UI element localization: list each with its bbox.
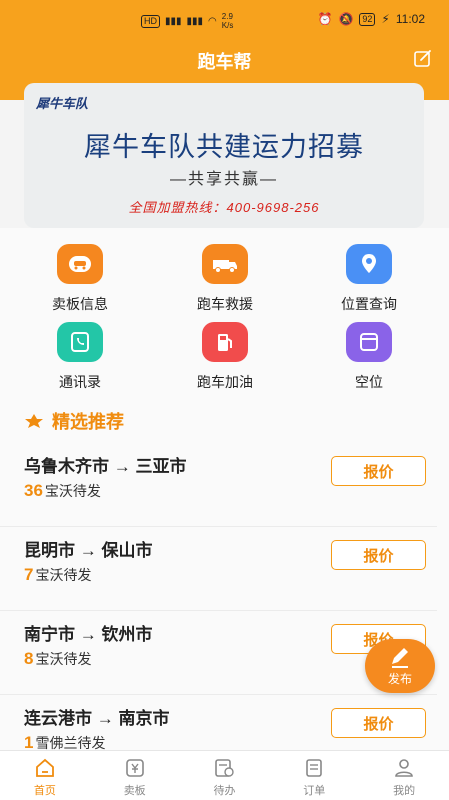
grid-label: 跑车救援 <box>197 296 253 312</box>
tab-label: 我的 <box>393 785 416 797</box>
tab-label: 待办 <box>213 785 236 797</box>
bottom-tab-bar: 首页 卖板 待办 订单 我的 <box>0 750 449 800</box>
grid-item-location[interactable]: 位置查询 <box>309 244 429 314</box>
tab-label: 首页 <box>33 785 56 797</box>
home-icon <box>35 758 54 777</box>
route-item[interactable]: 乌鲁木齐市 → 三亚市 36 宝沃待发 报价 <box>0 444 437 527</box>
route-name: 昆明市 → 保山市 <box>24 541 153 560</box>
network-speed-unit: K/s <box>221 21 234 30</box>
tab-home[interactable]: 首页 <box>0 751 90 800</box>
banner-subline: —共享共赢— <box>169 171 278 188</box>
publish-button[interactable]: 发布 <box>365 639 435 693</box>
route-item[interactable]: 昆明市 → 保山市 7 宝沃待发 报价 <box>0 528 437 611</box>
route-count-suffix: 雪佛兰待发 <box>35 735 106 751</box>
publish-label: 发布 <box>387 672 412 686</box>
edit-icon[interactable] <box>413 48 433 68</box>
status-left: HD ▮▮▮ ▮▮▮ ◠ 2.9 K/s <box>141 12 233 30</box>
grid-item-sell-board[interactable]: 卖板信息 <box>20 244 140 314</box>
location-icon <box>346 244 392 284</box>
signal-icon: ▮▮▮ <box>186 15 204 27</box>
pencil-icon <box>392 648 408 668</box>
truck-icon <box>202 244 248 284</box>
banner-headline: 犀牛车队共建运力招募 <box>84 132 364 162</box>
quote-button[interactable]: 报价 <box>331 540 426 570</box>
banner-hotline: 全国加盟热线：400-9698-256 <box>128 200 320 215</box>
status-time: 11:02 <box>395 12 425 26</box>
grid-label: 通讯录 <box>59 374 101 390</box>
quote-button[interactable]: 报价 <box>331 456 426 486</box>
route-count-suffix: 宝沃待发 <box>35 567 92 583</box>
status-bar: HD ▮▮▮ ▮▮▮ ◠ 2.9 K/s ⏰ 🔕 92 ⚡ 11:02 <box>0 10 449 32</box>
route-count: 36 宝沃待发 <box>24 481 101 501</box>
status-right: ⏰ 🔕 92 ⚡ 11:02 <box>318 12 426 26</box>
grid-item-rescue[interactable]: 跑车救援 <box>165 244 285 314</box>
tab-orders[interactable]: 订单 <box>269 751 359 800</box>
route-name: 南宁市 → 钦州市 <box>24 625 153 644</box>
tab-label: 卖板 <box>123 785 146 797</box>
route-count-suffix: 宝沃待发 <box>35 651 92 667</box>
network-speed: 2.9 K/s <box>222 12 234 30</box>
banner-logo: 犀牛车队 <box>36 96 89 111</box>
tab-todo[interactable]: 待办 <box>180 751 270 800</box>
tab-profile[interactable]: 我的 <box>359 751 449 800</box>
hd-badge: HD <box>141 14 160 28</box>
alarm-icon: ⏰ <box>317 12 333 26</box>
recommend-icon <box>25 414 43 428</box>
tab-sell[interactable]: 卖板 <box>90 751 180 800</box>
section-title-text: 精选推荐 <box>52 412 124 432</box>
seat-icon <box>346 322 392 362</box>
battery-indicator: 92 <box>359 12 376 26</box>
tab-label: 订单 <box>303 785 326 797</box>
grid-label: 跑车加油 <box>197 374 253 390</box>
grid-item-contacts[interactable]: 通讯录 <box>20 322 140 392</box>
todo-icon <box>215 759 235 777</box>
fuel-icon <box>202 322 248 362</box>
route-name: 连云港市 → 南京市 <box>24 709 170 728</box>
phone-icon <box>57 322 103 362</box>
signal-icon: ▮▮▮ <box>165 15 182 27</box>
route-count: 7 宝沃待发 <box>24 565 91 585</box>
grid-item-vacancy[interactable]: 空位 <box>309 322 429 392</box>
grid-label: 卖板信息 <box>52 296 108 312</box>
network-speed-value: 2.9 <box>221 12 233 21</box>
grid-item-fuel[interactable]: 跑车加油 <box>165 322 285 392</box>
grid-label: 位置查询 <box>341 296 397 312</box>
wifi-icon: ◠ <box>208 15 217 27</box>
sell-icon <box>125 759 144 777</box>
route-count: 8 宝沃待发 <box>24 649 91 669</box>
route-count-suffix: 宝沃待发 <box>44 483 101 499</box>
quote-button[interactable]: 报价 <box>331 708 426 738</box>
profile-icon <box>395 759 413 777</box>
route-count-number: 8 <box>24 649 34 668</box>
mute-icon: 🔕 <box>338 12 354 26</box>
page-title: 跑车帮 <box>197 52 252 72</box>
section-title: 精选推荐 <box>24 408 124 434</box>
route-name: 乌鲁木齐市 → 三亚市 <box>24 457 187 476</box>
car-icon <box>57 244 103 284</box>
promo-banner[interactable]: 犀牛车队 犀牛车队共建运力招募 —共享共赢— 全国加盟热线：400-9698-2… <box>24 83 424 228</box>
route-count-number: 7 <box>24 565 34 584</box>
route-count-number: 36 <box>24 481 43 500</box>
grid-label: 空位 <box>355 374 383 390</box>
charging-icon: ⚡ <box>381 12 390 26</box>
order-icon <box>306 759 323 777</box>
